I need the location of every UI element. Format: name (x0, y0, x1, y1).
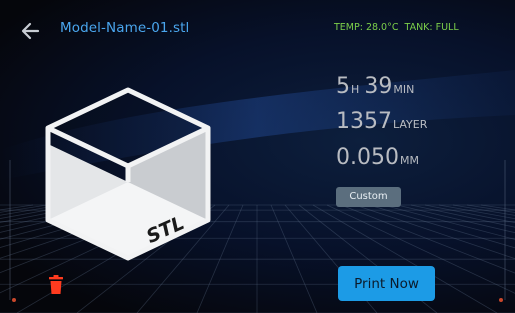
print-profile-button[interactable]: Custom (336, 187, 401, 207)
temperature-status: TEMP: 28.0°C (334, 22, 399, 33)
trash-icon (49, 275, 63, 294)
delete-button[interactable] (48, 274, 66, 296)
time-minutes: 39 (364, 74, 393, 99)
stl-model-preview: STL (45, 87, 211, 261)
layer-height-unit: MM (399, 154, 419, 167)
time-hours-unit: H (351, 83, 360, 96)
print-preview-screen: Model-Name-01.stl TEMP: 28.0°C TANK: FULL… (0, 0, 515, 313)
layer-height-value: 0.050 (336, 145, 399, 170)
arrow-left-icon (21, 22, 40, 40)
layer-count-value: 1357 (336, 109, 392, 134)
time-minutes-unit: MIN (393, 83, 415, 96)
layer-count: 1357LAYER (336, 109, 427, 134)
layer-height: 0.050MM (336, 145, 419, 170)
file-name: Model-Name-01.stl (60, 20, 190, 36)
layer-count-unit: LAYER (393, 118, 428, 131)
print-now-button[interactable]: Print Now (338, 266, 435, 301)
printer-status: TEMP: 28.0°C TANK: FULL (334, 22, 465, 33)
tank-status: TANK: FULL (404, 22, 459, 33)
time-hours: 5 (336, 74, 350, 99)
print-time: 5H 39MIN (336, 74, 414, 99)
back-button[interactable] (18, 18, 44, 44)
